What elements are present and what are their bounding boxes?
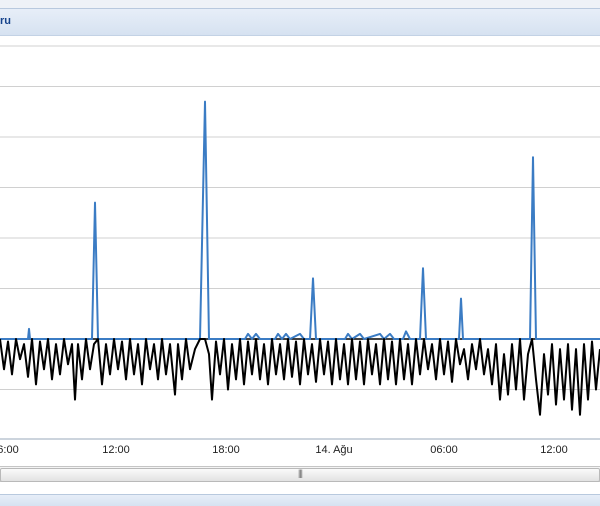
chart-scrollbar[interactable]: |||: [0, 466, 600, 482]
panel-title: ru: [0, 15, 11, 27]
series-group: [0, 100, 600, 416]
series-line-2: [0, 338, 600, 416]
scrollbar-grip[interactable]: |||: [298, 468, 303, 478]
scrollbar-thumb[interactable]: |||: [0, 468, 600, 482]
chart-panel-header: ru: [0, 8, 600, 36]
x-tick-label: 06:00: [430, 444, 458, 456]
chart-grid: [0, 45, 600, 390]
x-tick-label: 12:00: [540, 444, 568, 456]
next-panel-header: [0, 494, 600, 506]
x-tick-label: 6:00: [0, 444, 19, 456]
x-tick-label: 14. Ağu: [315, 444, 353, 456]
x-tick-label: 18:00: [212, 444, 240, 456]
x-tick-label: 12:00: [102, 444, 130, 456]
chart: [0, 45, 600, 440]
